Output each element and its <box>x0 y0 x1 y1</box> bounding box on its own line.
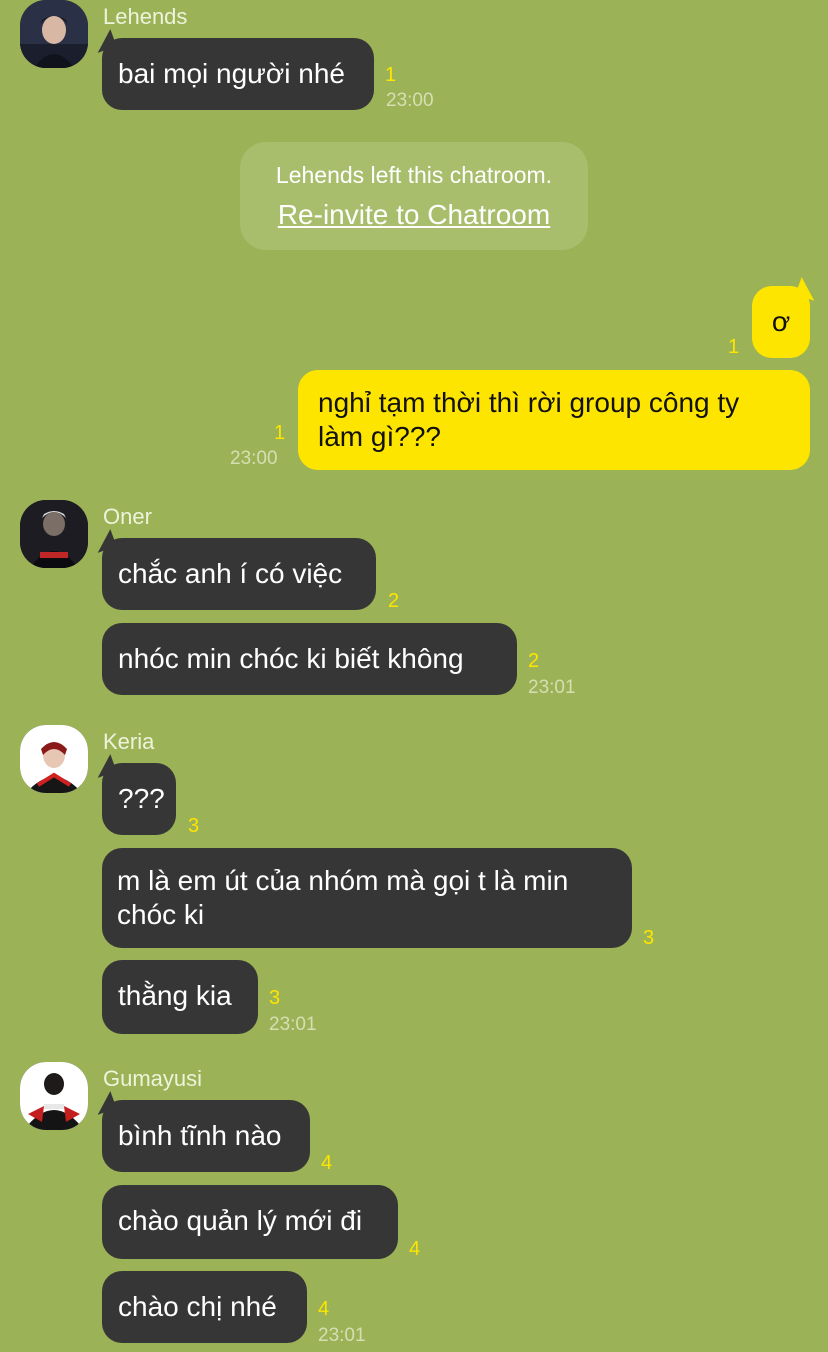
message-bubble[interactable]: bình tĩnh nào <box>102 1100 310 1172</box>
message-time: 23:00 <box>386 90 434 111</box>
unread-count: 3 <box>269 987 281 1009</box>
message-bubble[interactable]: ??? <box>102 763 176 835</box>
message-bubble[interactable]: bai mọi người nhé <box>102 38 374 110</box>
reinvite-link[interactable]: Re-invite to Chatroom <box>240 199 588 231</box>
avatar-lehends[interactable] <box>20 0 88 68</box>
system-notice: Lehends left this chatroom. Re-invite to… <box>240 142 588 250</box>
message-time: 23:01 <box>318 1325 366 1346</box>
sender-name: Keria <box>103 729 155 754</box>
my-message-bubble[interactable]: ơ <box>752 286 810 358</box>
unread-count: 3 <box>643 927 655 949</box>
unread-count: 3 <box>188 815 200 837</box>
unread-count: 4 <box>318 1298 330 1320</box>
message-bubble[interactable]: thằng kia <box>102 960 258 1034</box>
message-bubble[interactable]: nhóc min chóc ki biết không <box>102 623 517 695</box>
unread-count: 2 <box>388 590 400 612</box>
message-bubble[interactable]: chào quản lý mới đi <box>102 1185 398 1259</box>
avatar-keria[interactable] <box>20 725 88 793</box>
unread-count: 1 <box>728 336 740 358</box>
unread-count: 1 <box>385 64 397 86</box>
my-message-bubble[interactable]: nghỉ tạm thời thì rời group công ty làm … <box>298 370 810 470</box>
notice-text: Lehends left this chatroom. <box>275 162 553 188</box>
message-time: 23:01 <box>269 1014 317 1035</box>
sender-name: Gumayusi <box>103 1066 203 1091</box>
unread-count: 4 <box>409 1238 421 1260</box>
message-bubble[interactable]: chắc anh í có việc <box>102 538 376 610</box>
sender-name: Oner <box>103 504 152 529</box>
message-bubble[interactable]: m là em út của nhóm mà gọi t là min chóc… <box>102 848 632 948</box>
sender-name: Lehends <box>103 4 188 29</box>
message-bubble[interactable]: chào chị nhé <box>102 1271 307 1343</box>
unread-count: 4 <box>321 1152 333 1174</box>
message-time: 23:00 <box>230 448 278 469</box>
message-time: 23:01 <box>528 677 576 698</box>
unread-count: 2 <box>528 650 540 672</box>
unread-count: 1 <box>274 422 286 444</box>
avatar-gumayusi[interactable] <box>20 1062 88 1130</box>
avatar-oner[interactable] <box>20 500 88 568</box>
